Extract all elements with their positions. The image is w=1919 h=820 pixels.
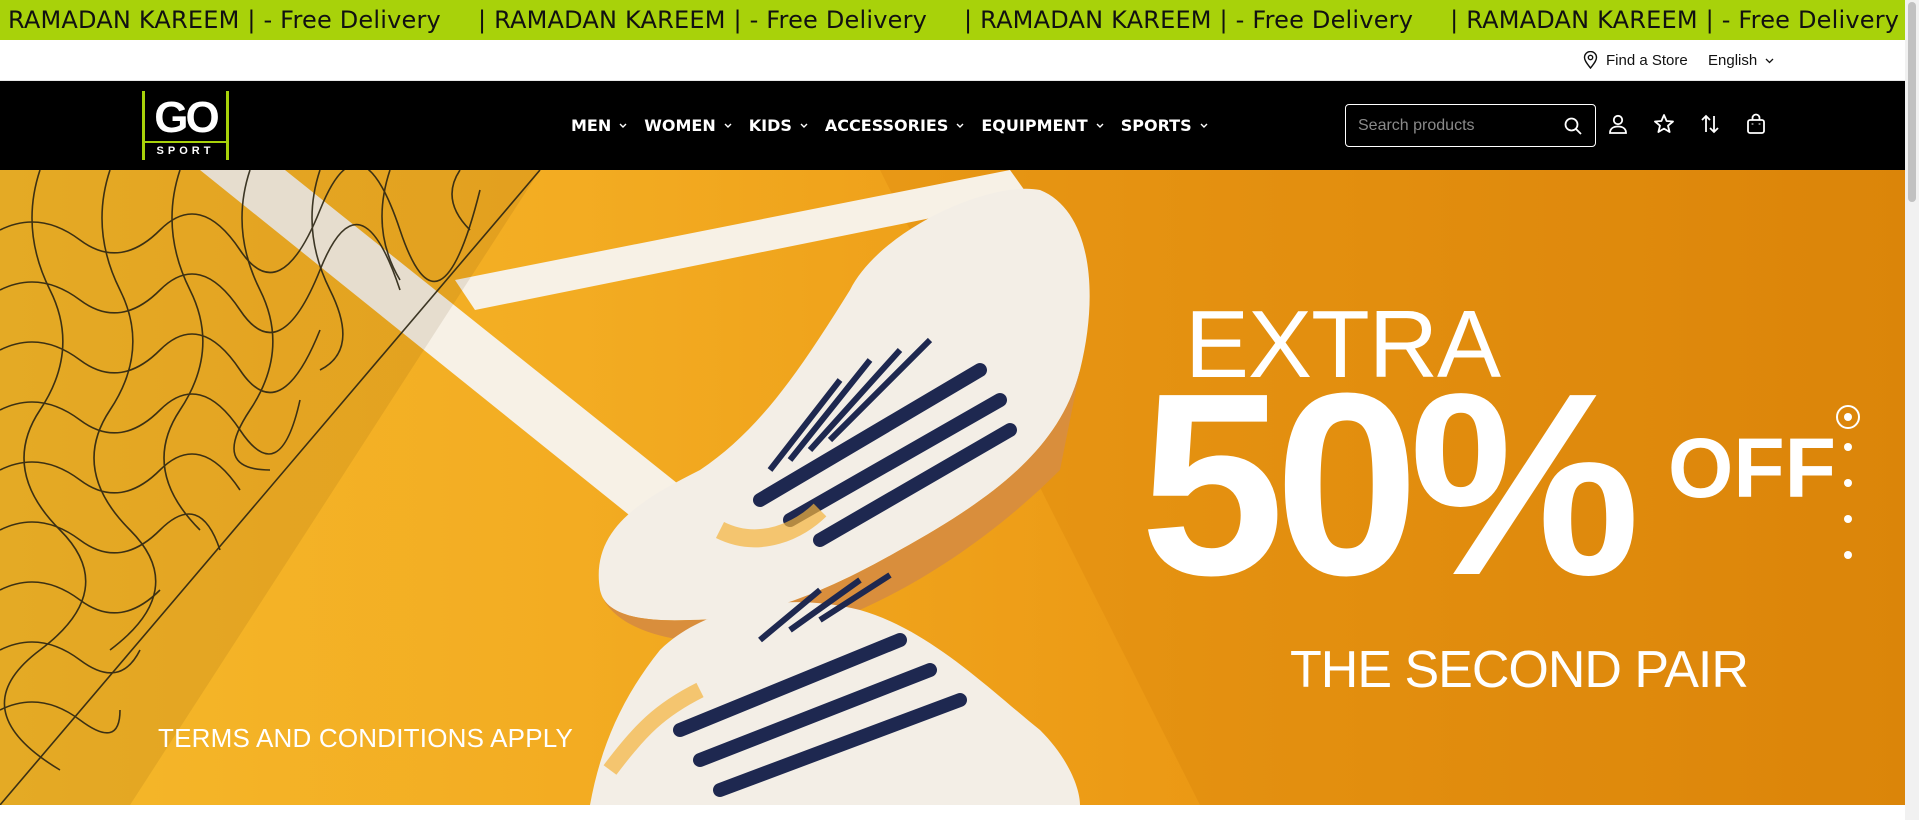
slide-dot[interactable]: [1844, 515, 1852, 523]
slider-pagination: [1836, 405, 1860, 565]
language-selector[interactable]: English: [1708, 52, 1774, 69]
page-scrollbar[interactable]: [1905, 0, 1919, 820]
chevron-down-icon: [619, 123, 627, 128]
nav-label: EQUIPMENT: [981, 116, 1088, 135]
chevron-down-icon: [724, 123, 732, 128]
search-input[interactable]: [1346, 105, 1556, 146]
marquee-item: | RAMADAN KAREEM | - Free Delivery: [964, 6, 1414, 34]
find-store-link[interactable]: Find a Store: [1583, 51, 1688, 69]
hero-discount-value: 50%: [1140, 340, 1640, 630]
logo-subtext: SPORT: [145, 141, 226, 157]
slide-dot[interactable]: [1844, 551, 1852, 559]
logo-mark: GO: [154, 93, 219, 142]
marquee-item: | RAMADAN KAREEM | - Free Delivery: [477, 6, 928, 34]
nav-item-equipment[interactable]: EQUIPMENT: [981, 116, 1104, 135]
promo-marquee: RAMADAN KAREEM | - Free Delivery | RAMADA…: [0, 0, 1905, 40]
go-sport-logo[interactable]: GO SPORT: [142, 91, 229, 160]
bag-icon[interactable]: [1744, 112, 1768, 136]
hero-banner[interactable]: EXTRA 50% OFF THE SECOND PAIR TERMS AND …: [0, 170, 1905, 805]
slide-dot-active[interactable]: [1836, 405, 1860, 429]
scroll-thumb[interactable]: [1908, 2, 1916, 202]
hero-discount-suffix: OFF: [1668, 421, 1836, 515]
location-pin-icon: [1583, 51, 1598, 69]
utility-bar: Find a Store English: [0, 40, 1905, 81]
nav-item-sports[interactable]: SPORTS: [1121, 116, 1208, 135]
nav-item-women[interactable]: WOMEN: [644, 116, 732, 135]
star-icon[interactable]: [1652, 112, 1676, 136]
search-icon[interactable]: [1563, 116, 1583, 136]
chevron-down-icon: [1200, 123, 1208, 128]
nav-label: WOMEN: [644, 116, 716, 135]
slide-dot[interactable]: [1844, 479, 1852, 487]
main-header: GO SPORT MEN WOMEN KIDS ACCESSORIES EQUI…: [0, 81, 1905, 170]
chevron-down-icon: [1096, 123, 1104, 128]
nav-item-accessories[interactable]: ACCESSORIES: [825, 116, 964, 135]
hero-terms: TERMS AND CONDITIONS APPLY: [158, 723, 574, 753]
chevron-down-icon: [800, 123, 808, 128]
chevron-down-icon: [1765, 58, 1774, 63]
find-store-label: Find a Store: [1606, 51, 1688, 69]
search-box: [1345, 104, 1596, 147]
slide-dot[interactable]: [1844, 443, 1852, 451]
nav-item-men[interactable]: MEN: [571, 116, 627, 135]
chevron-down-icon: [956, 123, 964, 128]
marquee-item: | RAMADAN KAREEM | - Free Delivery: [1450, 6, 1900, 34]
sort-icon[interactable]: [1698, 112, 1722, 136]
marquee-item: RAMADAN KAREEM | - Free Delivery: [8, 6, 441, 34]
nav-label: ACCESSORIES: [824, 116, 949, 135]
main-nav: MEN WOMEN KIDS ACCESSORIES EQUIPMENT SPO…: [571, 81, 1208, 170]
nav-label: MEN: [571, 116, 612, 135]
language-label: English: [1708, 52, 1758, 69]
marquee-track: RAMADAN KAREEM | - Free Delivery | RAMADA…: [0, 0, 1905, 40]
nav-label: SPORTS: [1120, 116, 1192, 135]
nav-label: KIDS: [748, 116, 792, 135]
nav-item-kids[interactable]: KIDS: [749, 116, 808, 135]
user-icon[interactable]: [1606, 112, 1630, 136]
hero-headline-bottom: THE SECOND PAIR: [1290, 641, 1749, 699]
